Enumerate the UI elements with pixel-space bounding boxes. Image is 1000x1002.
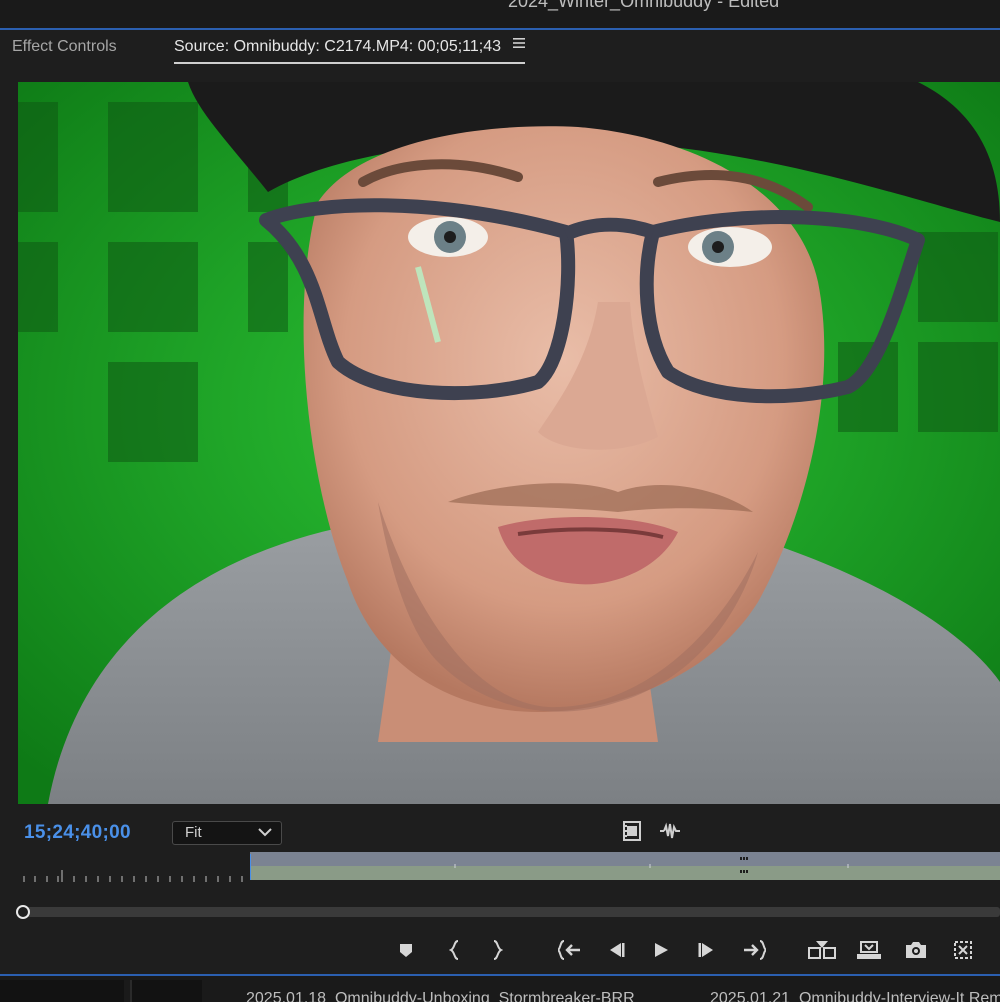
scroll-track[interactable] [22, 907, 1000, 917]
timeline-tab-blank-1[interactable] [0, 980, 124, 1002]
button-editor-icon[interactable] [949, 936, 977, 964]
title-bar: 2024_Winter_Omnibuddy - Edited [0, 0, 1000, 30]
zoom-level-select[interactable]: Fit [172, 821, 282, 845]
overwrite-icon[interactable] [855, 936, 883, 964]
zoom-level-value: Fit [185, 824, 202, 841]
timeline-tab-1[interactable]: 2025.01.18_Omnibuddy-Unboxing_Stormbreak… [246, 990, 635, 1002]
video-frame [18, 82, 1000, 804]
timeline-tab-2[interactable]: 2025.01.21_Omnibuddy-Interview-It Rem [710, 990, 1000, 1002]
panel-tabs: Effect Controls Source: Omnibuddy: C2174… [0, 30, 1000, 72]
export-frame-icon[interactable] [902, 936, 930, 964]
chevron-down-icon [257, 822, 273, 845]
window-title: 2024_Winter_Omnibuddy - Edited [508, 0, 780, 11]
mark-in-icon[interactable] [441, 936, 469, 964]
step-forward-icon[interactable] [693, 936, 721, 964]
mark-out-icon[interactable] [483, 936, 511, 964]
source-monitor-viewer[interactable] [18, 82, 1000, 804]
timeline-tab-blank-2[interactable] [130, 980, 202, 1002]
playhead-timecode[interactable]: 15;24;40;00 [24, 822, 131, 844]
tab-source[interactable]: Source: Omnibuddy: C2174.MP4: 00;05;11;4… [174, 38, 525, 64]
add-marker-icon[interactable] [392, 936, 420, 964]
scroll-handle[interactable] [16, 905, 30, 919]
go-to-out-icon[interactable] [740, 936, 768, 964]
timeline-tab-bar: 2025.01.18_Omnibuddy-Unboxing_Stormbreak… [0, 974, 1000, 1002]
insert-icon[interactable] [808, 936, 836, 964]
tab-source-label: Source: Omnibuddy: C2174.MP4: 00;05;11;4… [174, 38, 502, 55]
transport-controls [0, 930, 1000, 970]
drag-video-only-icon[interactable] [622, 821, 642, 841]
tab-effect-controls[interactable]: Effect Controls [12, 38, 117, 56]
hamburger-menu-icon[interactable] [512, 36, 526, 55]
ruler-ticks [23, 870, 243, 882]
source-time-ruler[interactable] [0, 852, 1000, 888]
zoom-scroll-bar[interactable] [0, 900, 1000, 924]
go-to-in-icon[interactable] [556, 936, 584, 964]
viewer-controls: 15;24;40;00 Fit [0, 812, 1000, 852]
drag-audio-only-icon[interactable] [659, 821, 681, 841]
step-back-icon[interactable] [602, 936, 630, 964]
in-out-range-bar[interactable] [250, 852, 1000, 882]
play-icon[interactable] [647, 936, 675, 964]
